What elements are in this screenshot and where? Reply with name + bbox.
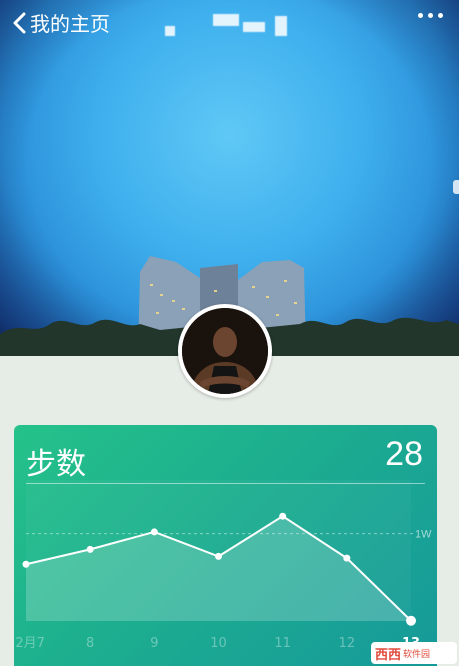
page-edge-indicator: [453, 180, 459, 194]
chart-point: [215, 552, 222, 560]
cover-photo: 我的主页: [0, 0, 459, 356]
chart-x-tick-label: 12月7: [14, 636, 45, 651]
more-options-button[interactable]: [418, 13, 443, 18]
card-divider: [26, 483, 425, 484]
more-dot-icon: [438, 13, 443, 18]
chart-x-tick-label: 11: [274, 636, 291, 651]
top-navbar: 我的主页: [0, 0, 459, 46]
chart-point: [406, 615, 416, 626]
blurred-username: [165, 14, 295, 38]
more-dot-icon: [418, 13, 423, 18]
chart-x-tick-label: 10: [210, 636, 227, 651]
chart-point: [22, 560, 30, 568]
avatar[interactable]: [178, 304, 272, 398]
steps-title: 步数: [26, 447, 86, 482]
chart-x-tick-label: 9: [150, 636, 158, 651]
steps-card[interactable]: 1W12月78910111213 步数 28: [14, 425, 437, 666]
chevron-left-icon: [13, 12, 26, 33]
watermark-text: 软件园: [403, 649, 431, 660]
chart-point: [343, 554, 351, 562]
chart-reference-label: 1W: [415, 529, 432, 541]
chart-x-tick-label: 12: [339, 636, 356, 651]
back-button[interactable]: 我的主页: [12, 8, 110, 37]
avatar-photo: [182, 308, 268, 394]
watermark-logo: 西西 软件园: [371, 642, 457, 664]
steps-value: 28: [385, 435, 423, 473]
watermark-logo-text: 西西: [375, 647, 402, 663]
more-dot-icon: [428, 13, 433, 18]
chart-point: [86, 545, 94, 553]
chart-point: [279, 512, 287, 520]
chart-x-tick-label: 8: [86, 636, 94, 651]
back-label: 我的主页: [30, 14, 110, 36]
chart-point: [150, 528, 158, 536]
